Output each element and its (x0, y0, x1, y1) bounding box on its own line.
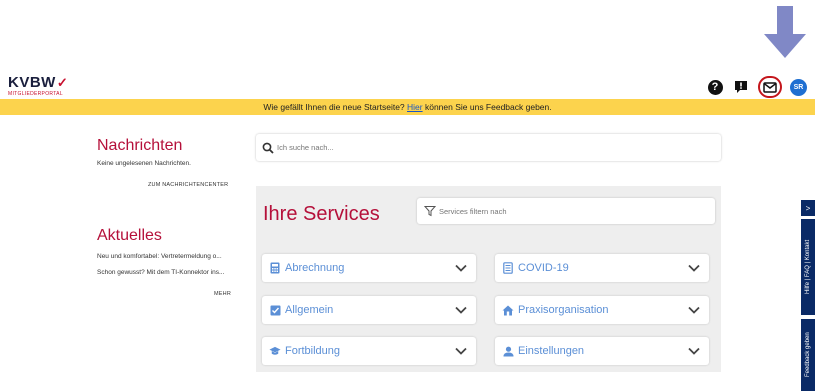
page: KVBW✓ MITGLIEDERPORTAL ? SR Wie gefällt … (0, 0, 815, 391)
services-title: Ihre Services (263, 203, 380, 225)
side-tab-help[interactable]: Hilfe | FAQ | Kontakt (801, 219, 815, 315)
annotation-arrow-head (764, 34, 806, 58)
chevron-down-icon[interactable] (454, 345, 468, 357)
feedback-button[interactable] (732, 78, 750, 96)
logo-swoosh-icon: ✓ (56, 75, 69, 90)
banner-text-after: können Sie uns Feedback geben. (422, 102, 552, 112)
service-card-label: COVID-19 (518, 262, 569, 274)
feedback-icon (735, 80, 747, 93)
filter-icon (424, 206, 436, 217)
checkbox-icon (269, 304, 281, 316)
chevron-down-icon[interactable] (454, 262, 468, 274)
news-item[interactable]: Schon gewusst? Mit dem TI-Konnektor ins.… (97, 269, 247, 276)
mail-button[interactable] (758, 76, 782, 98)
house-icon (502, 304, 514, 316)
banner-feedback-link[interactable]: Hier (407, 102, 423, 112)
service-card-label: Praxisorganisation (518, 304, 609, 316)
services-filter-input[interactable] (439, 206, 689, 216)
graduation-cap-icon (269, 345, 281, 357)
news-more-link[interactable]: MEHR (214, 291, 231, 297)
service-card-abrechnung[interactable]: Abrechnung (262, 254, 476, 282)
services-panel: Ihre Services Abrechnung COVID-19 (256, 186, 721, 372)
calculator-icon (269, 262, 281, 274)
service-card-label: Allgemein (285, 304, 334, 316)
news-item[interactable]: Neu und komfortabel: Vertretermeldung o.… (97, 253, 247, 260)
help-button[interactable]: ? (706, 78, 724, 96)
document-icon (502, 262, 514, 274)
service-card-label: Abrechnung (285, 262, 345, 274)
mail-icon (763, 81, 777, 93)
messages-status: Keine ungelesenen Nachrichten. (97, 160, 191, 167)
avatar[interactable]: SR (790, 78, 807, 96)
search-input[interactable] (277, 143, 677, 152)
message-center-link[interactable]: ZUM NACHRICHTENCENTER (148, 182, 228, 188)
news-title: Aktuelles (97, 227, 162, 244)
messages-title: Nachrichten (97, 137, 183, 154)
banner-text-before: Wie gefällt Ihnen die neue Startseite? (263, 102, 408, 112)
services-filter[interactable] (417, 198, 715, 224)
search-bar[interactable] (256, 134, 721, 161)
service-card-praxisorganisation[interactable]: Praxisorganisation (495, 296, 709, 324)
help-icon: ? (707, 79, 723, 95)
search-icon (262, 142, 274, 154)
service-card-fortbildung[interactable]: Fortbildung (262, 337, 476, 365)
annotation-arrow-shaft (777, 6, 793, 36)
user-icon (502, 345, 514, 357)
service-card-covid[interactable]: COVID-19 (495, 254, 709, 282)
side-tab-feedback[interactable]: Feedback geben (801, 319, 815, 391)
logo[interactable]: KVBW✓ MITGLIEDERPORTAL (8, 74, 69, 98)
chevron-down-icon[interactable] (687, 304, 701, 316)
chevron-down-icon[interactable] (687, 262, 701, 274)
logo-subtitle: MITGLIEDERPORTAL (8, 91, 63, 97)
service-card-einstellungen[interactable]: Einstellungen (495, 337, 709, 365)
chevron-down-icon[interactable] (454, 304, 468, 316)
logo-text: KVBW (8, 74, 56, 91)
service-card-label: Fortbildung (285, 345, 341, 357)
header: KVBW✓ MITGLIEDERPORTAL ? SR (0, 72, 815, 100)
header-icons: ? SR (706, 76, 807, 98)
feedback-banner: Wie gefällt Ihnen die neue Startseite? H… (0, 99, 815, 115)
chevron-down-icon[interactable] (687, 345, 701, 357)
side-panel-toggle[interactable]: > (801, 200, 815, 216)
service-card-label: Einstellungen (518, 345, 585, 357)
service-card-allgemein[interactable]: Allgemein (262, 296, 476, 324)
